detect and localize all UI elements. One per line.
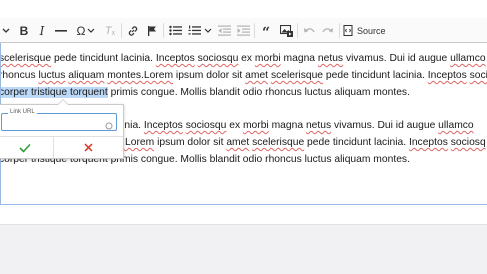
bulleted-list-icon[interactable] <box>168 21 182 40</box>
paragraph-text: pede tincidunt lacinia. <box>304 137 409 148</box>
misspelled-word: scelerisque <box>252 137 305 148</box>
paragraph-1-line-1: scelerisque pede tincidunt lacinia. Ince… <box>0 52 486 66</box>
paragraph-1-line-3: corper tristique torquent primis congue.… <box>1 86 410 100</box>
toolbar-separator <box>339 23 340 38</box>
misspelled-word: morbi <box>254 53 281 64</box>
check-icon <box>18 143 31 153</box>
numbered-list-icon[interactable] <box>187 21 213 40</box>
selected-text[interactable]: corper tristique torquent <box>1 87 108 98</box>
misspelled-word: Inceptos <box>155 53 195 64</box>
misspelled-word: montes.Lorem <box>107 70 174 81</box>
misspelled-word: scelerisque <box>270 70 324 81</box>
paragraph-text: rhoncus <box>0 70 39 81</box>
misspelled-word: sociosqu <box>197 53 239 64</box>
paragraph-text: primis congue. Mollis blandit odio rhonc… <box>107 87 410 98</box>
misspelled-word: ullamco <box>438 120 474 131</box>
redo-icon[interactable] <box>321 21 335 40</box>
bold-icon[interactable]: B <box>17 21 31 40</box>
editor-window: B I Ω Tx “ Source scelerisque pede tinci… <box>0 0 487 274</box>
link-url-label: Link URL <box>8 109 37 116</box>
misspelled-word: scelerisque <box>0 53 52 64</box>
misspelled-word: sociosq <box>450 137 486 148</box>
misspelled-word: amet <box>245 70 269 81</box>
paragraph-2-line-2: s.Lorem ipsum dolor sit amet scelerisque… <box>117 136 486 150</box>
paragraph-text: magna <box>268 120 306 131</box>
misspelled-word: amet <box>226 137 250 148</box>
paragraph-2-line-1: cinia. Inceptos sociosqu ex morbi magna … <box>117 119 474 133</box>
paragraph-text: ex <box>226 120 243 131</box>
source-icon <box>343 25 354 36</box>
paragraph-text: pede tincidunt lacinia. <box>323 70 428 81</box>
close-icon <box>84 143 93 152</box>
horizontal-line-icon[interactable] <box>54 21 68 40</box>
misspelled-word: sociosq <box>469 70 487 81</box>
misspelled-word: aliquam <box>68 70 105 81</box>
paragraph-text: vivamus. Dui id augue <box>343 53 451 64</box>
editor-toolbar: B I Ω Tx “ Source <box>0 18 487 43</box>
misspelled-word: netus <box>305 120 332 131</box>
toolbar-separator <box>297 23 298 38</box>
paragraph-text: vivamus. Dui id augue <box>331 120 439 131</box>
toolbar-separator <box>121 23 122 38</box>
chevron-down-icon[interactable] <box>1 21 11 40</box>
link-url-field[interactable]: Link URL <box>1 109 117 131</box>
paragraph-text: ipsum dolor sit <box>173 70 246 81</box>
misspelled-word: luctus <box>38 70 66 81</box>
italic-icon[interactable]: I <box>36 21 48 40</box>
special-characters-icon[interactable]: Ω <box>74 21 98 40</box>
save-link-button[interactable] <box>0 137 52 158</box>
paragraph-text: magna <box>280 53 318 64</box>
toolbar-separator <box>254 23 255 38</box>
misspelled-word: netus <box>317 53 344 64</box>
paragraph-text: pede tincidunt lacinia. <box>51 53 156 64</box>
footer-bar <box>0 224 487 274</box>
link-icon[interactable] <box>126 21 140 40</box>
misspelled-word: Inceptos <box>427 70 467 81</box>
misspelled-word: ullamco <box>450 53 486 64</box>
undo-icon[interactable] <box>302 21 316 40</box>
misspelled-word: Inceptos <box>143 120 183 131</box>
link-form-balloon: Link URL <box>0 99 124 159</box>
misspelled-word: sociosqu <box>185 120 227 131</box>
toolbar-separator <box>163 23 164 38</box>
anchor-flag-icon[interactable] <box>145 21 159 40</box>
misspelled-word: Inceptos <box>408 137 448 148</box>
block-quote-icon[interactable]: “ <box>259 21 273 40</box>
outdent-icon[interactable] <box>217 21 231 40</box>
indent-icon[interactable] <box>236 21 250 40</box>
cancel-link-button[interactable] <box>53 137 123 158</box>
link-form-actions <box>0 136 123 158</box>
source-label: Source <box>357 25 386 36</box>
top-strip <box>0 0 487 18</box>
paragraph-1-line-2: rhoncus luctus aliquam montes.Lorem ipsu… <box>0 69 487 83</box>
source-button[interactable]: Source <box>343 21 386 40</box>
misspelled-word: morbi <box>242 120 269 131</box>
remove-format-icon[interactable]: Tx <box>103 21 117 40</box>
paragraph-text: ex <box>238 53 255 64</box>
clear-icon[interactable] <box>105 117 113 135</box>
insert-media-icon[interactable] <box>279 21 293 40</box>
balloon-arrow-inner <box>58 100 68 105</box>
paragraph-text: ipsum dolor sit <box>154 137 227 148</box>
